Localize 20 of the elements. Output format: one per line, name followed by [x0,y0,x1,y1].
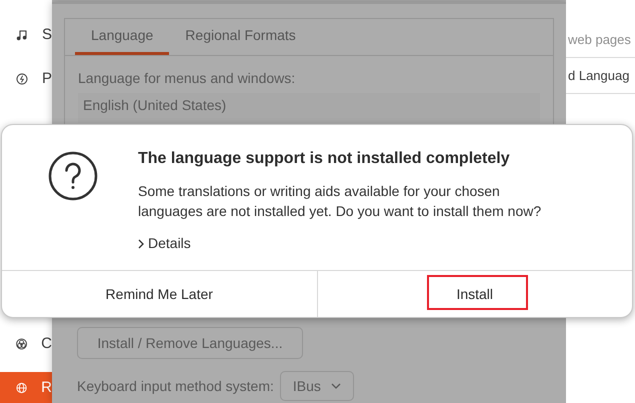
settings-row-text: web pages [568,30,631,49]
alert-message: Some translations or writing aids available for your chosen languages are not installed yet. Do you want to install them now? [138,182,542,221]
dialog-button[interactable]: Install [316,271,632,317]
input-method-label: Keyboard input method system: [77,376,274,396]
sidebar-item[interactable]: S [0,19,52,51]
sidebar-item[interactable]: R [0,372,52,403]
details-expander[interactable]: Details [138,233,191,254]
dialog-button[interactable]: Remind Me Later [2,271,316,317]
chevron-right-icon [138,238,144,248]
sidebar-label: C [41,334,52,354]
settings-row-text: d Languag [568,66,630,85]
sidebar-label: P [42,68,52,89]
chevron-down-icon [330,383,341,389]
alert-title: The language support is not installed completely [138,149,511,169]
sidebar-item[interactable]: P [0,63,52,95]
question-icon [48,151,98,201]
sidebar-label: R [41,378,52,398]
sidebar-item[interactable]: C [0,328,52,360]
list-label: Language for menus and windows: [78,69,296,88]
sidebar-label: S [42,24,52,45]
